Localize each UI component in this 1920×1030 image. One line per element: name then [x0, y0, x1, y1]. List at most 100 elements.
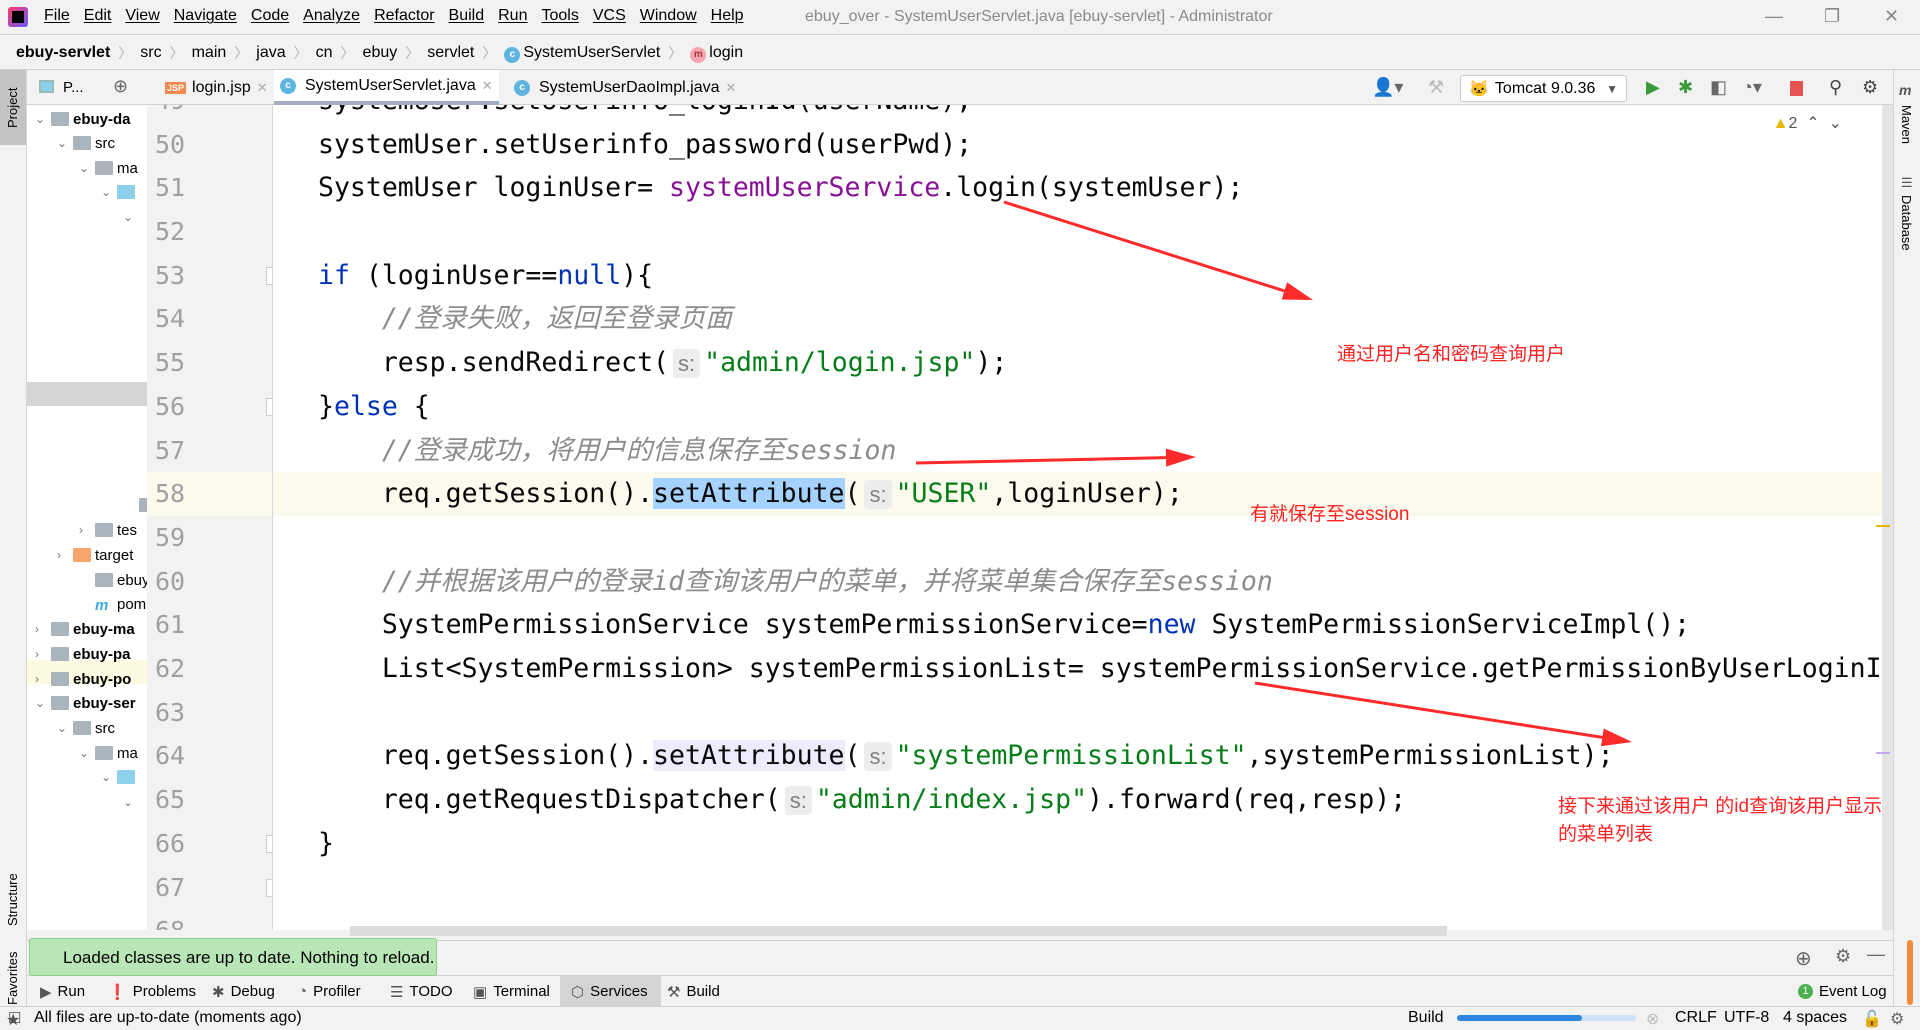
structure-tool-label[interactable]: Structure [5, 873, 20, 926]
minimize-button[interactable]: — [1765, 6, 1783, 27]
tool-tab-todo[interactable]: ☰ TODO [390, 981, 453, 1002]
project-view-select[interactable]: P... [63, 79, 84, 96]
code-line: //登录失败，返回至登录页面 [318, 297, 732, 341]
breadcrumb-item[interactable]: ebuy-servlet [16, 44, 110, 62]
settings-icon[interactable]: ⚙ [1835, 946, 1851, 967]
background-task-label[interactable]: Build [1408, 1009, 1444, 1027]
tree-item[interactable]: ⌄ ebuy-da [35, 107, 131, 131]
breadcrumb-item[interactable]: m login [690, 44, 743, 63]
code-line: //并根据该用户的登录id查询该用户的菜单，并将菜单集合保存至session [318, 560, 1273, 604]
breadcrumb-item[interactable]: c SystemUserServlet [504, 44, 660, 63]
tree-item[interactable]: ⌄ [123, 790, 139, 814]
tab-systemuserservlet-java[interactable]: c SystemUserServlet.java ✕ [274, 70, 499, 105]
close-button[interactable]: ✕ [1884, 6, 1899, 27]
tree-item[interactable]: ⌄ src [57, 716, 115, 740]
menu-window[interactable]: Window [640, 7, 697, 25]
tab-login-jsp[interactable]: JSP login.jsp ✕ [159, 70, 274, 105]
tool-tab-debug[interactable]: ✱ Debug [212, 981, 275, 1002]
project-tool-label[interactable]: Project [5, 88, 20, 128]
menu-view[interactable]: View [125, 7, 159, 25]
menu-tools[interactable]: Tools [541, 7, 578, 25]
tool-tab-terminal[interactable]: ▣ Terminal [473, 981, 550, 1002]
database-icon: ☰ [1901, 175, 1913, 190]
chevron-right-icon: › [79, 523, 83, 537]
tree-item[interactable]: › target [57, 543, 133, 567]
crosshair-icon[interactable]: ⊕ [1795, 946, 1812, 971]
menu-build[interactable]: Build [449, 7, 485, 25]
hide-icon[interactable]: — [1867, 944, 1885, 965]
database-tool-label[interactable]: Database [1899, 195, 1914, 251]
tree-item[interactable]: ⌄ src [57, 131, 115, 155]
menu-navigate[interactable]: Navigate [174, 7, 237, 25]
breadcrumb-item[interactable]: cn [316, 44, 333, 62]
horizontal-scrollbar[interactable] [350, 926, 1447, 936]
status-toggle-icon[interactable]: ☐ [8, 1009, 21, 1027]
tab-label: SystemUserServlet.java [305, 76, 476, 94]
tree-item[interactable]: m pom.x [79, 592, 147, 616]
code-token: resp.sendRedirect( [318, 347, 669, 379]
parameter-hint: s: [673, 349, 701, 379]
tree-item[interactable]: › ebuy-po [35, 667, 131, 691]
memory-icon[interactable]: ⚙ [1890, 1009, 1904, 1029]
tool-tab-profiler[interactable]: ◔ Profiler [298, 981, 361, 1002]
breadcrumb-label: servlet [427, 44, 475, 61]
tree-item-label: ebuy-po [73, 670, 132, 688]
tree-item[interactable]: ⌄ ma [79, 741, 138, 765]
menu-file[interactable]: File [44, 7, 70, 25]
breadcrumb-item[interactable]: java [256, 44, 285, 62]
tree-item[interactable]: ⌄ ebuy-ser [35, 691, 136, 715]
class-icon: c [280, 77, 296, 94]
fold-marker-icon[interactable] [266, 834, 272, 853]
tree-item[interactable]: ⌄ [101, 180, 139, 204]
restore-button[interactable]: ❐ [1824, 6, 1840, 27]
tab-systemuserdaoimpl-java[interactable]: c SystemUserDaoImpl.java ✕ [508, 70, 742, 105]
tree-item[interactable]: ⌄ [123, 205, 139, 229]
tree-item[interactable]: › tes [79, 518, 137, 542]
lock-icon[interactable]: 🔓 [1862, 1009, 1882, 1029]
jsp-file-icon: JSP [165, 81, 187, 94]
menu-edit[interactable]: Edit [84, 7, 112, 25]
menu-code[interactable]: Code [251, 7, 289, 25]
line-separator[interactable]: CRLF [1675, 1009, 1717, 1027]
tool-tab-run[interactable]: ▶ Run [40, 981, 85, 1002]
indent-setting[interactable]: 4 spaces [1783, 1009, 1847, 1027]
breadcrumb-item[interactable]: main [192, 44, 227, 62]
fold-marker-icon[interactable] [266, 878, 272, 897]
breadcrumb-item[interactable]: servlet [427, 44, 474, 62]
line-number: 57 [155, 435, 186, 465]
file-encoding[interactable]: UTF-8 [1724, 1009, 1769, 1027]
menu-help[interactable]: Help [711, 7, 744, 25]
menu-analyze[interactable]: Analyze [303, 7, 360, 25]
locate-icon[interactable]: ⊕ [113, 76, 128, 97]
tree-item[interactable]: › ebuy-pa [35, 642, 131, 666]
tree-item[interactable]: › ebuy-ma [35, 617, 135, 641]
line-number: 52 [155, 217, 186, 247]
tree-item[interactable]: ⌄ ma [79, 156, 138, 180]
tool-tab-problems[interactable]: ❗ Problems [108, 981, 196, 1002]
warning-marker[interactable] [1876, 525, 1890, 527]
menu-run[interactable]: Run [498, 7, 527, 25]
breadcrumb-item[interactable]: ebuy [363, 44, 398, 62]
close-tab-icon[interactable]: ✕ [726, 80, 737, 96]
event-log-button[interactable]: 1 Event Log [1798, 981, 1887, 1002]
inspection-widget[interactable]: ▲2 ⌃ ⌄ [1773, 113, 1842, 133]
close-tab-icon[interactable]: ✕ [257, 80, 268, 96]
cancel-task-icon[interactable]: ⊗ [1646, 1009, 1659, 1029]
tool-tab-services[interactable]: ⬡ Services [571, 981, 648, 1002]
project-tree: ⌄ ebuy-da ⌄ src ⌄ ma ⌄ ⌄ › tes › target ebuy-m pom.x ›… [27, 105, 147, 930]
tree-item[interactable]: ebuy- [79, 568, 147, 592]
maven-tool-label[interactable]: Maven [1899, 105, 1914, 144]
tree-item[interactable]: ⌄ [101, 765, 139, 789]
line-number: 51 [155, 173, 186, 203]
tool-tab-build[interactable]: ⚒ Build [667, 981, 720, 1002]
close-tab-icon[interactable]: ✕ [482, 78, 493, 94]
fold-marker-icon[interactable] [266, 266, 272, 285]
breadcrumb-item[interactable]: src [140, 44, 161, 62]
usage-marker[interactable] [1876, 752, 1890, 754]
vertical-scrollbar[interactable] [1876, 105, 1893, 930]
menu-refactor[interactable]: Refactor [374, 7, 434, 25]
tree-item[interactable] [123, 493, 147, 517]
code-line: List<SystemPermission> systemPermissionL… [318, 647, 1882, 691]
fold-marker-icon[interactable] [266, 397, 272, 416]
menu-vcs[interactable]: VCS [593, 7, 626, 25]
